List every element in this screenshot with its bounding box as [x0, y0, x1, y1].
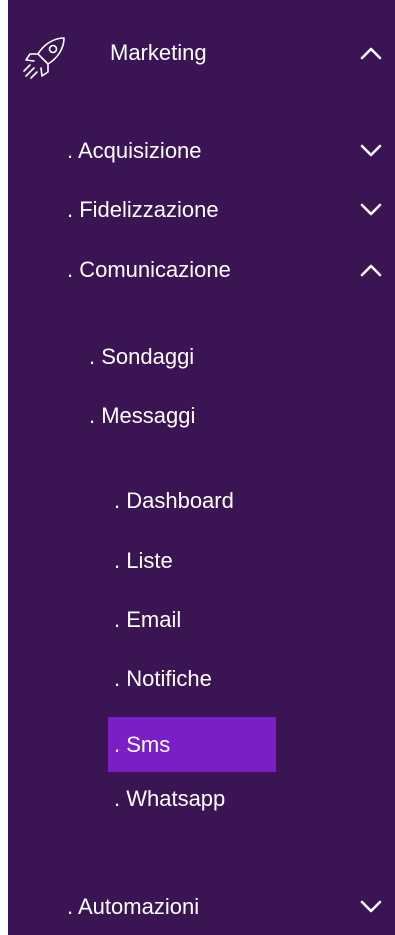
submenu-item-label: . Sondaggi: [89, 344, 195, 369]
chevron-down-icon[interactable]: [357, 137, 385, 165]
submenu-item-whatsapp[interactable]: . Whatsapp: [8, 778, 395, 822]
rocket-icon: [23, 37, 65, 79]
sidebar-menu: Marketing . Acquisizione . Fidelizzazion…: [8, 0, 395, 935]
menu-item-label: . Acquisizione: [67, 138, 202, 163]
menu-item-comunicazione[interactable]: . Comunicazione: [8, 249, 395, 293]
menu-header-marketing[interactable]: Marketing: [8, 12, 395, 92]
submenu-item-label: . Notifiche: [114, 666, 212, 691]
submenu-item-label: . Email: [114, 607, 182, 632]
submenu-item-label: . Liste: [114, 548, 173, 573]
menu-item-acquisizione[interactable]: . Acquisizione: [8, 130, 395, 174]
submenu-item-liste[interactable]: . Liste: [8, 540, 395, 584]
menu-item-label: . Fidelizzazione: [67, 197, 219, 222]
menu-header-label: Marketing: [110, 40, 207, 65]
submenu-item-sondaggi[interactable]: . Sondaggi: [8, 336, 395, 380]
submenu-item-label: . Sms: [114, 732, 171, 757]
chevron-down-icon[interactable]: [357, 893, 385, 921]
menu-item-fidelizzazione[interactable]: . Fidelizzazione: [8, 189, 395, 233]
submenu-item-messaggi[interactable]: . Messaggi: [8, 395, 395, 439]
chevron-up-icon[interactable]: [357, 39, 385, 67]
submenu-item-email[interactable]: . Email: [8, 599, 395, 643]
submenu-item-dashboard[interactable]: . Dashboard: [8, 480, 395, 524]
chevron-down-icon[interactable]: [357, 196, 385, 224]
chevron-up-icon[interactable]: [357, 256, 385, 284]
menu-item-automazioni[interactable]: . Automazioni: [8, 886, 395, 930]
submenu-item-sms-selected[interactable]: . Sms: [108, 717, 276, 772]
submenu-item-label: . Whatsapp: [114, 786, 226, 811]
menu-item-label: . Automazioni: [67, 894, 200, 919]
submenu-item-notifiche[interactable]: . Notifiche: [8, 658, 395, 702]
submenu-item-label: . Messaggi: [89, 403, 196, 428]
submenu-item-label: . Dashboard: [114, 488, 234, 513]
menu-item-label: . Comunicazione: [67, 257, 231, 282]
